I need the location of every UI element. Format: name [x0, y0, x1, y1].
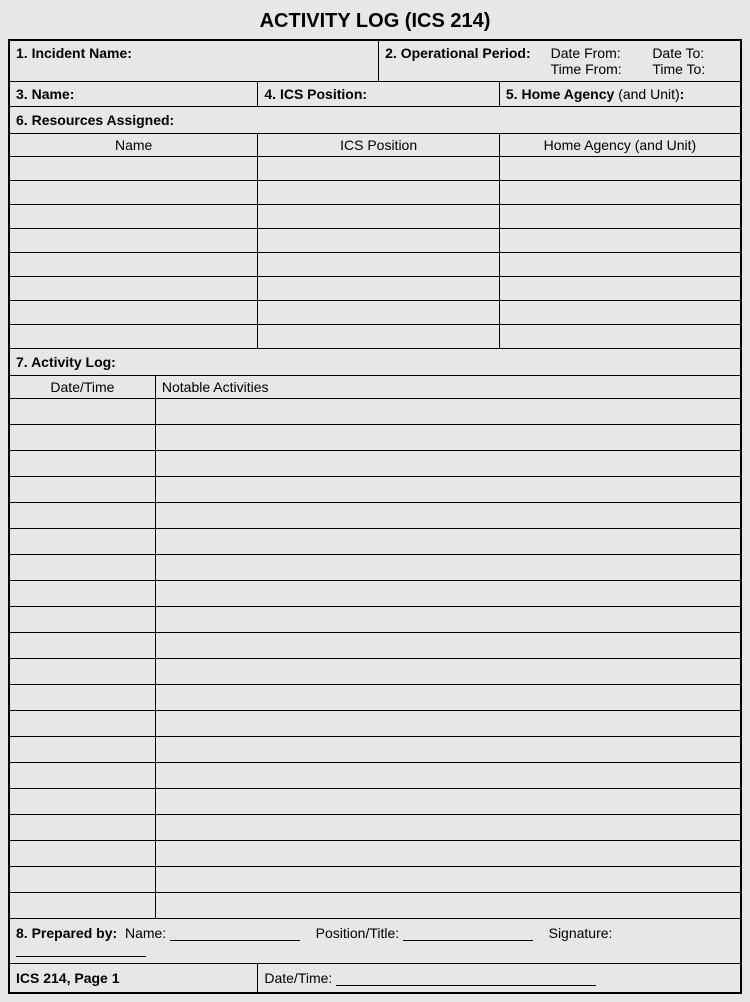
datetime-line[interactable]: [336, 972, 596, 986]
res-cell[interactable]: [258, 325, 500, 349]
alog-act[interactable]: [155, 607, 741, 633]
alog-dt[interactable]: [9, 711, 155, 737]
alog-act[interactable]: [155, 425, 741, 451]
alog-act[interactable]: [155, 815, 741, 841]
op-date-to: Date To:: [652, 45, 734, 61]
alog-dt[interactable]: [9, 529, 155, 555]
alog-dt[interactable]: [9, 815, 155, 841]
prep-position-line[interactable]: [403, 927, 533, 941]
alog-dt[interactable]: [9, 399, 155, 425]
alog-dt[interactable]: [9, 737, 155, 763]
res-cell[interactable]: [499, 253, 741, 277]
alog-dt[interactable]: [9, 841, 155, 867]
alog-dt[interactable]: [9, 893, 155, 919]
field-operational-period[interactable]: 2. Operational Period: Date From: Date T…: [379, 40, 741, 82]
res-cell[interactable]: [258, 157, 500, 181]
field-home-agency[interactable]: 5. Home Agency (and Unit):: [499, 82, 741, 107]
alog-dt[interactable]: [9, 659, 155, 685]
alog-act[interactable]: [155, 451, 741, 477]
alog-dt[interactable]: [9, 867, 155, 893]
section-activity-log: 7. Activity Log:: [9, 349, 741, 376]
form-title: ACTIVITY LOG (ICS 214): [8, 8, 742, 39]
field-name[interactable]: 3. Name:: [9, 82, 258, 107]
alog-dt[interactable]: [9, 503, 155, 529]
field-ics-position[interactable]: 4. ICS Position:: [258, 82, 500, 107]
res-cell[interactable]: [258, 277, 500, 301]
alog-act[interactable]: [155, 867, 741, 893]
alog-col-activities: Notable Activities: [155, 376, 741, 399]
alog-act[interactable]: [155, 477, 741, 503]
res-cell[interactable]: [258, 253, 500, 277]
res-cell[interactable]: [499, 301, 741, 325]
res-cell[interactable]: [499, 325, 741, 349]
alog-dt[interactable]: [9, 633, 155, 659]
op-time-to: Time To:: [652, 61, 734, 77]
res-cell[interactable]: [499, 181, 741, 205]
res-cell[interactable]: [258, 229, 500, 253]
field-prepared-by[interactable]: 8. Prepared by: Name: Position/Title: Si…: [9, 919, 741, 964]
res-cell[interactable]: [9, 205, 258, 229]
res-cell[interactable]: [9, 157, 258, 181]
alog-act[interactable]: [155, 893, 741, 919]
res-cell[interactable]: [9, 181, 258, 205]
res-col-name: Name: [9, 134, 258, 157]
res-cell[interactable]: [499, 205, 741, 229]
alog-dt[interactable]: [9, 789, 155, 815]
res-cell[interactable]: [9, 325, 258, 349]
res-col-agency: Home Agency (and Unit): [499, 134, 741, 157]
res-cell[interactable]: [258, 181, 500, 205]
alog-act[interactable]: [155, 737, 741, 763]
res-cell[interactable]: [9, 277, 258, 301]
form-id: ICS 214, Page 1: [9, 964, 258, 994]
alog-act[interactable]: [155, 399, 741, 425]
alog-dt[interactable]: [9, 451, 155, 477]
res-cell[interactable]: [258, 301, 500, 325]
alog-act[interactable]: [155, 711, 741, 737]
res-cell[interactable]: [499, 157, 741, 181]
prep-name-line[interactable]: [170, 927, 300, 941]
alog-act[interactable]: [155, 763, 741, 789]
alog-dt[interactable]: [9, 581, 155, 607]
alog-act[interactable]: [155, 555, 741, 581]
res-cell[interactable]: [9, 253, 258, 277]
alog-dt[interactable]: [9, 685, 155, 711]
form-table: 1. Incident Name: 2. Operational Period:…: [8, 39, 742, 994]
res-cell[interactable]: [499, 229, 741, 253]
alog-dt[interactable]: [9, 555, 155, 581]
res-col-ics: ICS Position: [258, 134, 500, 157]
res-cell[interactable]: [9, 301, 258, 325]
op-date-from: Date From:: [551, 45, 633, 61]
section-resources-assigned: 6. Resources Assigned:: [9, 107, 741, 134]
alog-act[interactable]: [155, 503, 741, 529]
alog-act[interactable]: [155, 685, 741, 711]
field-incident-name[interactable]: 1. Incident Name:: [9, 40, 379, 82]
alog-act[interactable]: [155, 841, 741, 867]
res-cell[interactable]: [499, 277, 741, 301]
alog-dt[interactable]: [9, 607, 155, 633]
alog-act[interactable]: [155, 789, 741, 815]
alog-dt[interactable]: [9, 425, 155, 451]
alog-act[interactable]: [155, 581, 741, 607]
res-cell[interactable]: [9, 229, 258, 253]
alog-dt[interactable]: [9, 477, 155, 503]
alog-dt[interactable]: [9, 763, 155, 789]
alog-act[interactable]: [155, 659, 741, 685]
res-cell[interactable]: [258, 205, 500, 229]
alog-act[interactable]: [155, 633, 741, 659]
alog-col-datetime: Date/Time: [9, 376, 155, 399]
field-datetime[interactable]: Date/Time:: [258, 964, 741, 994]
op-time-from: Time From:: [551, 61, 633, 77]
alog-act[interactable]: [155, 529, 741, 555]
